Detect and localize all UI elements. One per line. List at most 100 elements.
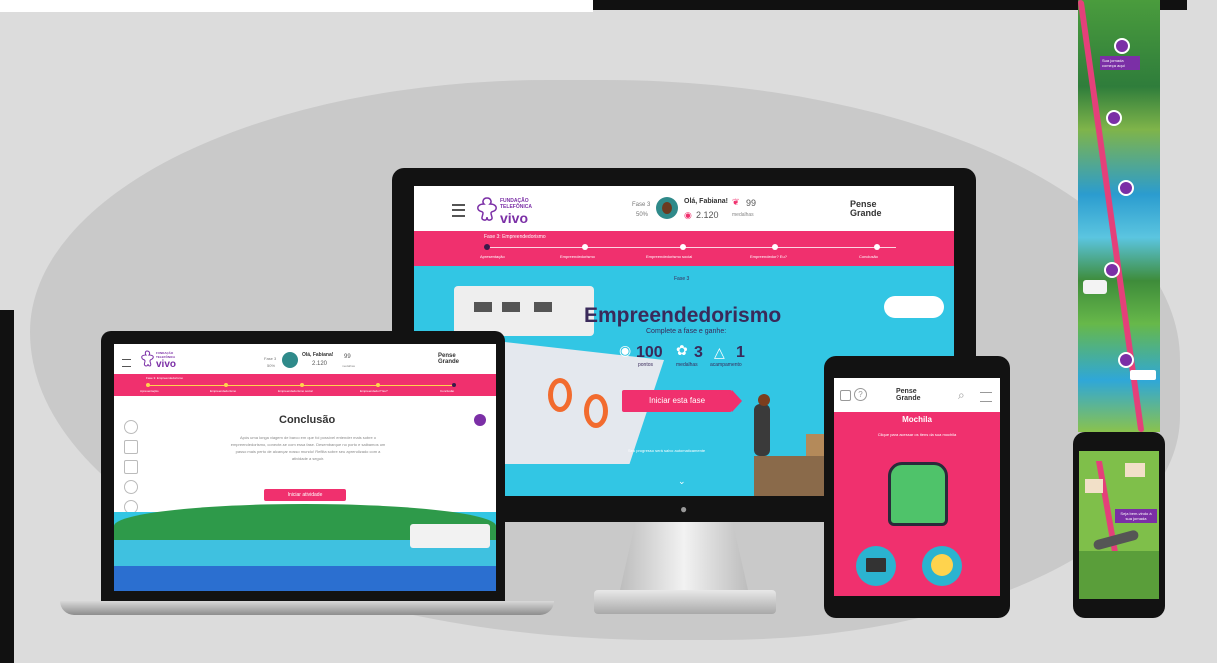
- step-dot[interactable]: [772, 244, 778, 250]
- step-dot[interactable]: [452, 383, 456, 387]
- tent-icon: △: [714, 344, 725, 360]
- user-points: 2.120: [312, 361, 328, 367]
- start-activity-button[interactable]: Iniciar atividade: [264, 489, 346, 501]
- avatar[interactable]: [282, 352, 298, 368]
- phase-indicator: Fase 3: [632, 202, 651, 208]
- user-medals: 99: [746, 198, 757, 208]
- laptop-base: [60, 601, 554, 615]
- map-sign: Seja bem-vindo à sua jornada: [1115, 509, 1157, 523]
- map-marker: [1114, 38, 1130, 54]
- medal-item-icon[interactable]: [922, 546, 962, 586]
- page-subtitle: Complete a fase e ganhe:: [646, 328, 727, 335]
- target-icon[interactable]: [124, 480, 138, 494]
- map-marker: [1106, 110, 1122, 126]
- map-sign: Sua jornada começa aqui: [1100, 56, 1140, 70]
- notes-icon[interactable]: [840, 390, 851, 401]
- page-title: Empreendedorismo: [584, 304, 782, 327]
- monitor-stand: [620, 522, 748, 590]
- phase-progress-bar: Fase 3: Empreendedorismo Apresentação Em…: [114, 374, 496, 396]
- lifebuoy-icon: [548, 378, 572, 412]
- backpack-panel: Mochila Clique para acessar os itens da …: [834, 412, 1000, 596]
- start-phase-button[interactable]: Iniciar esta fase: [622, 390, 732, 412]
- pin-icon: ◉: [684, 210, 692, 220]
- panel-subtitle: Clique para acessar os itens da sua moch…: [877, 432, 957, 437]
- backpack-icon[interactable]: [888, 462, 948, 526]
- avatar[interactable]: [656, 197, 678, 219]
- deep-water: [114, 566, 496, 591]
- house-illustration: [1085, 479, 1103, 493]
- map-marker: [1118, 180, 1134, 196]
- step-dot[interactable]: [376, 383, 380, 387]
- medals-label: medalhas: [732, 212, 754, 218]
- phase-percent: 50%: [636, 212, 649, 218]
- step-label[interactable]: Empreendedorismo social: [646, 254, 692, 259]
- apple-logo-icon: ●: [680, 502, 688, 516]
- phase-progress-bar: Fase 3: Empreendedorismo Apresentação Em…: [414, 231, 954, 266]
- boat-window: [534, 302, 552, 312]
- save-note: Seu progresso será salvo automaticamente: [628, 448, 706, 453]
- lifebuoy-icon: [584, 394, 608, 428]
- app-header: FUNDAÇÃO TELEFÔNICA vivo Fase 3 50% Olá,…: [414, 186, 954, 231]
- step-dot[interactable]: [146, 383, 150, 387]
- boat-illustration: [1130, 370, 1156, 380]
- search-icon[interactable]: ⌕: [958, 388, 965, 403]
- tablet-screen: ? Pense Grande ⌕ Mochila Clique para ace…: [834, 378, 1000, 596]
- help-icon[interactable]: ?: [854, 388, 867, 401]
- step-label[interactable]: Apresentação: [480, 254, 505, 259]
- panel-title: Mochila: [902, 415, 932, 424]
- crate: [806, 434, 826, 456]
- vivo-figure-icon: [141, 350, 154, 367]
- phase-label: Fase 3: Empreendedorismo: [484, 234, 546, 240]
- step-label[interactable]: Conclusão: [859, 254, 878, 259]
- reward-label: medalhas: [676, 362, 698, 368]
- chat-icon[interactable]: [474, 414, 486, 426]
- forest-illustration: [1079, 551, 1159, 599]
- step-label[interactable]: Conclusão: [440, 389, 454, 393]
- step-dot[interactable]: [300, 383, 304, 387]
- monitor-stand-base: [594, 590, 776, 614]
- user-points: 2.120: [696, 210, 719, 220]
- phase-percent: 50%: [267, 363, 276, 368]
- logo-brand: vivo: [156, 359, 177, 370]
- step-dot[interactable]: [680, 244, 686, 250]
- pin-icon: ◉: [619, 342, 632, 358]
- laptop-screen: FUNDAÇÃO TELEFÔNICA vivo Fase 3 50% Olá,…: [114, 344, 496, 591]
- user-medals: 99: [344, 354, 351, 360]
- step-label[interactable]: Apresentação: [140, 389, 159, 393]
- step-dot[interactable]: [484, 244, 490, 250]
- step-label[interactable]: Empreendedorismo: [560, 254, 595, 259]
- laptop-item-icon[interactable]: [856, 546, 896, 586]
- reward-value: 100: [636, 344, 663, 361]
- menu-icon[interactable]: [980, 392, 992, 402]
- explorer-character: [754, 404, 770, 456]
- section-body: Após uma longa viagem de barco em que fo…: [230, 435, 386, 461]
- step-label[interactable]: Empreendedor? Eu?: [750, 254, 787, 259]
- jeep-illustration: [1083, 280, 1107, 294]
- reward-label: acampamento: [710, 362, 742, 368]
- vivo-figure-icon: [477, 197, 497, 221]
- phase-indicator: Fase 3: [264, 356, 277, 361]
- chevron-down-icon[interactable]: ⌄: [678, 476, 686, 487]
- partner-logo: Pense Grande: [438, 353, 460, 365]
- medal-icon: ❦: [732, 197, 740, 207]
- step-dot[interactable]: [874, 244, 880, 250]
- reward-value: 1: [736, 344, 745, 361]
- top-white-band: [0, 0, 593, 12]
- medal-icon: ✿: [676, 342, 688, 358]
- boat-illustration: [410, 524, 490, 548]
- step-dot[interactable]: [224, 383, 228, 387]
- step-label[interactable]: Empreendedorismo: [210, 389, 236, 393]
- backpack-icon[interactable]: [124, 440, 138, 454]
- character-head: [758, 394, 770, 406]
- compass-icon[interactable]: [124, 420, 138, 434]
- notes-icon[interactable]: [124, 460, 138, 474]
- phone-screen: Seja bem-vindo à sua jornada: [1079, 451, 1159, 599]
- progress-line: [486, 247, 896, 248]
- menu-icon[interactable]: [122, 359, 131, 367]
- cloud: [884, 296, 944, 318]
- step-dot[interactable]: [582, 244, 588, 250]
- step-label[interactable]: Empreendedorismo social: [278, 389, 313, 393]
- boat-window: [502, 302, 520, 312]
- menu-icon[interactable]: [452, 204, 465, 217]
- step-label[interactable]: Empreendedor? Eu?: [360, 389, 388, 393]
